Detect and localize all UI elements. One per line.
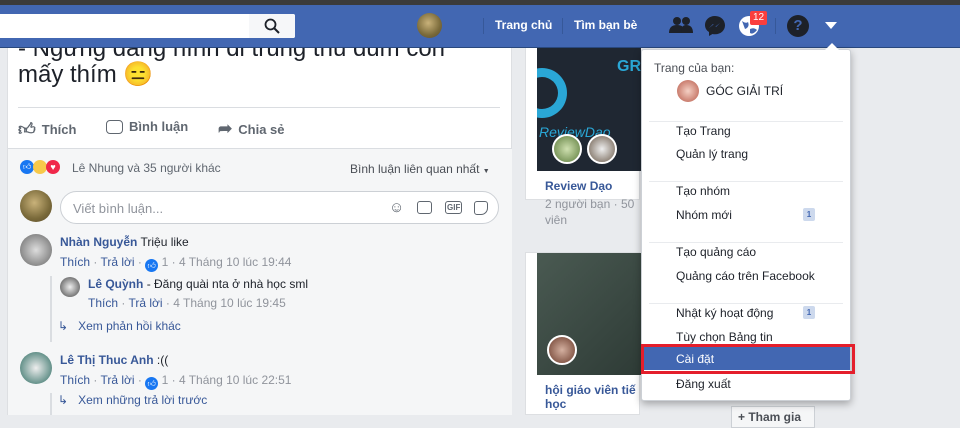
reply-comment: Lê Quỳnh - Đăng quài nta ở nhà học sml — [88, 277, 308, 291]
group-name[interactable]: Review Dạo — [545, 179, 612, 193]
commenter-avatar[interactable] — [20, 234, 52, 266]
love-reaction-icon: ♥ — [46, 160, 60, 174]
gif-icon[interactable]: GIF — [445, 201, 463, 214]
reply-arrow-icon: ↳ — [58, 393, 69, 407]
reactions-summary[interactable]: Lê Nhung và 35 người khác — [72, 161, 221, 175]
group-meta: 2 người bạn · 50 — [545, 197, 635, 211]
like-count-icon: 👍︎ — [145, 259, 159, 272]
menu-create-group[interactable]: Tạo nhóm — [676, 184, 730, 198]
more-replies-link[interactable]: ↳ Xem phản hồi khác — [58, 319, 181, 333]
comment-meta: Thích · Trả lời · 👍︎ 1 · 4 Tháng 10 lúc … — [60, 255, 292, 272]
like-count-icon: 👍︎ — [145, 377, 159, 390]
profile-avatar[interactable] — [417, 13, 442, 38]
group-suggestion-card[interactable]: hội giáo viên tiế học — [525, 252, 641, 415]
search-icon — [264, 18, 280, 34]
previous-replies-link[interactable]: ↳ Xem những trả lời trước — [58, 393, 207, 407]
reaction-icons[interactable]: 👍︎ ♥ — [20, 160, 60, 174]
group-cover-image: ReviewDao GR — [537, 48, 641, 171]
thumbs-up-icon: 👍︎ — [18, 120, 36, 139]
comment-input[interactable]: Viết bình luận... ☺ GIF — [60, 191, 499, 224]
page-avatar — [677, 80, 699, 102]
haha-reaction-icon — [33, 160, 47, 174]
sticker-icon[interactable] — [474, 201, 488, 215]
reply-avatar[interactable] — [60, 277, 80, 297]
comment-sort-dropdown[interactable]: Bình luận liên quan nhất ▼ — [350, 162, 490, 176]
nav-home-link[interactable]: Trang chủ — [495, 18, 552, 32]
help-icon[interactable]: ? — [787, 15, 809, 37]
friend-requests-icon[interactable] — [669, 16, 693, 34]
comment-like-link[interactable]: Thích — [60, 255, 90, 269]
comment-bubble-icon — [106, 119, 123, 134]
menu-new-groups[interactable]: Nhóm mới — [676, 208, 732, 222]
emoji-icon[interactable]: ☺ — [389, 199, 404, 216]
highlight-annotation-box — [641, 344, 855, 374]
activity-log-badge: 1 — [803, 306, 815, 319]
messenger-icon[interactable] — [704, 15, 726, 37]
new-groups-badge: 1 — [803, 208, 815, 221]
menu-activity-log[interactable]: Nhật ký hoạt động — [676, 306, 773, 320]
nav-find-friends-link[interactable]: Tìm bạn bè — [574, 18, 637, 32]
camera-icon[interactable] — [417, 201, 432, 214]
group-cover-image — [537, 253, 641, 375]
group-suggestion-card[interactable]: ReviewDao GR Review Dạo — [525, 48, 641, 200]
menu-create-page[interactable]: Tạo Trang — [676, 124, 731, 138]
menu-logout[interactable]: Đăng xuất — [676, 377, 731, 391]
comment: Lê Thị Thuc Anh :(( — [60, 353, 169, 367]
group-name[interactable]: hội giáo viên tiế học — [545, 383, 636, 411]
share-button[interactable]: ➦ Chia sẻ — [218, 119, 285, 139]
menu-page-goc-giai-tri[interactable]: GÓC GIẢI TRÍ — [706, 84, 783, 98]
post-text-line2: mấy thím 😑 — [18, 61, 154, 88]
comment: Nhàn Nguyễn Triệu like — [60, 235, 189, 249]
like-button[interactable]: 👍︎ Thích — [18, 119, 76, 140]
join-group-button[interactable]: + Tham gia — [731, 406, 815, 428]
account-menu-caret-icon[interactable] — [825, 22, 837, 29]
search-button[interactable] — [249, 14, 295, 38]
menu-news-feed-preferences[interactable]: Tùy chọn Bảng tin — [676, 330, 773, 344]
comment-reply-link[interactable]: Trả lời — [100, 255, 134, 269]
reply-arrow-icon: ↳ — [58, 319, 69, 333]
current-user-avatar — [20, 190, 52, 222]
reply-thread-line — [50, 393, 52, 415]
like-reaction-icon: 👍︎ — [20, 160, 34, 174]
menu-pointer — [825, 43, 839, 50]
menu-manage-pages[interactable]: Quản lý trang — [676, 147, 748, 161]
menu-create-ad[interactable]: Tạo quảng cáo — [676, 245, 756, 259]
comment-meta: Thích · Trả lời · 👍︎ 1 · 4 Tháng 10 lúc … — [60, 373, 292, 390]
divider — [18, 107, 500, 108]
share-arrow-icon: ➦ — [218, 119, 233, 138]
comment-button[interactable]: Bình luận — [106, 119, 188, 134]
group-meta-cont: viên — [545, 213, 568, 227]
commenter-avatar[interactable] — [20, 352, 52, 384]
reply-thread-line — [50, 276, 52, 342]
menu-facebook-ads[interactable]: Quảng cáo trên Facebook — [676, 269, 815, 283]
notification-count-badge: 12 — [750, 11, 768, 25]
reply-meta: Thích · Trả lời · 4 Tháng 10 lúc 19:45 — [88, 296, 286, 310]
